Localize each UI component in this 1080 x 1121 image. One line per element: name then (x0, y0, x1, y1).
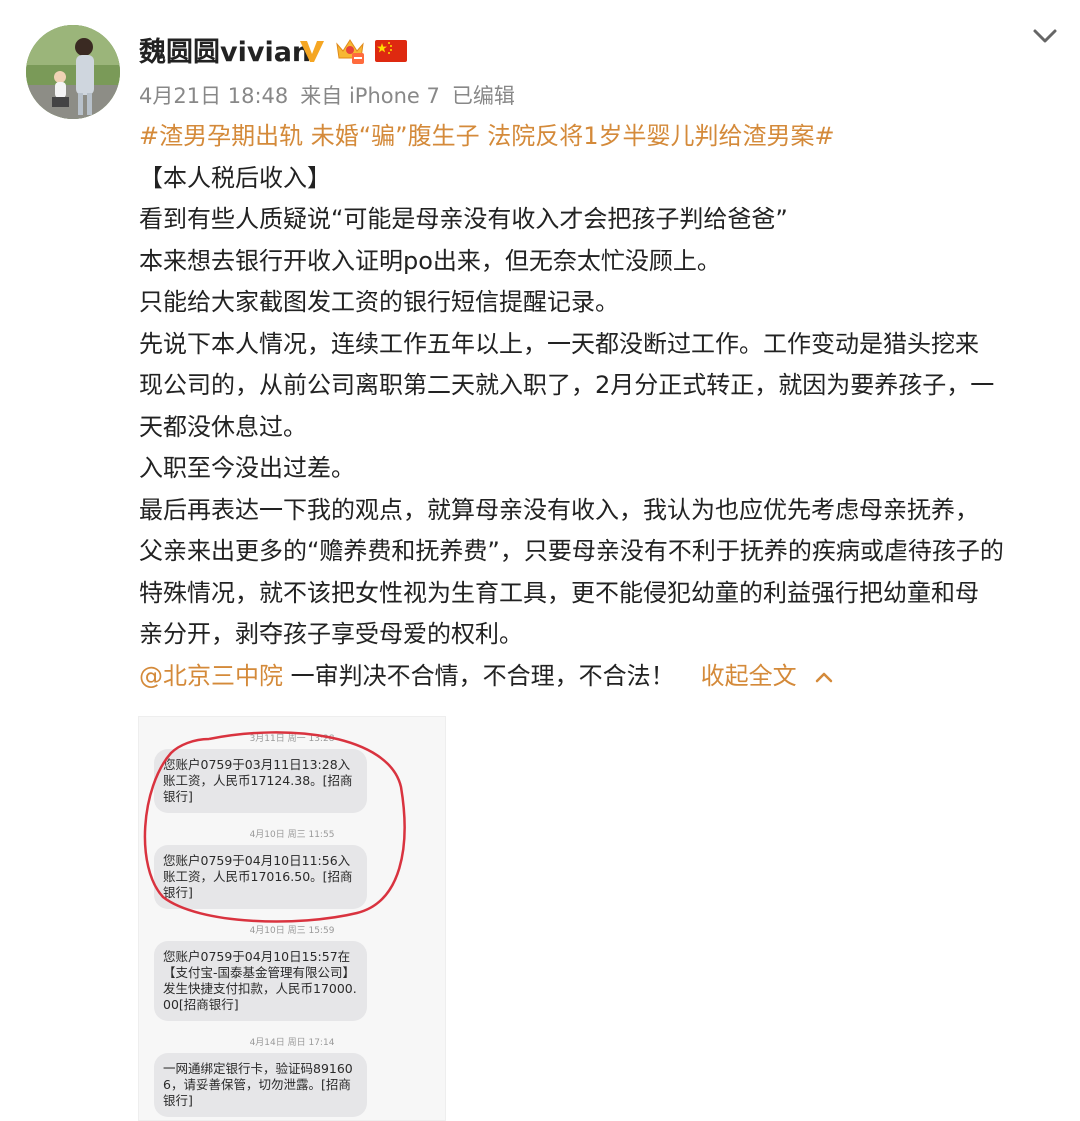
vip-crown-icon[interactable] (334, 36, 366, 66)
username[interactable]: 魏圆圆vivian (139, 30, 311, 69)
sms-date: 3月11日 周一 13:28 (249, 734, 335, 744)
post-date: 4月21日 18:48 (139, 84, 289, 108)
post-paragraph: 本来想去银行开收入证明po出来，但无奈太忙没顾上。 (139, 246, 721, 275)
collapse-button[interactable]: 收起全文 (701, 662, 797, 690)
post-closing-line: @北京三中院 一审判决不合情，不合理，不合法！ 收起全文 (139, 656, 1064, 698)
post-paragraph: 父亲来出更多的“赡养费和抚养费”，只要母亲没有不利于抚养的疾病或虐待孩子的 (139, 537, 1004, 565)
user-badges (298, 34, 408, 68)
post-paragraph: 亲分开，剥夺孩子享受母爱的权利。 (139, 620, 523, 648)
post-paragraph: 入职至今没出过差。 (139, 454, 355, 482)
china-flag-icon (375, 40, 407, 62)
sms-date: 4月10日 周三 11:55 (249, 830, 335, 840)
sms-date: 4月10日 周三 15:59 (249, 926, 335, 936)
post-paragraph: 先说下本人情况，连续工作五年以上，一天都没断过工作。工作变动是猎头挖来 (139, 329, 979, 358)
post-paragraph: 只能给大家截图发工资的银行短信提醒记录。 (139, 288, 619, 316)
hashtag-link[interactable]: #渣男孕期出轨 未婚“骗”腹生子 法院反将1岁半婴儿判给渣男案# (139, 122, 835, 150)
post-edited[interactable]: 已编辑 (452, 80, 515, 110)
sms-message: 您账户0759于04月10日15:57在【支付宝-国泰基金管理有限公司】发生快捷… (154, 941, 367, 1021)
mention-link[interactable]: @北京三中院 (139, 662, 283, 690)
sms-message: 一网通绑定银行卡，验证码891606，请妥善保管，切勿泄露。[招商银行] (154, 1053, 367, 1117)
post-paragraph: 最后再表达一下我的观点，就算母亲没有收入，我认为也应优先考虑母亲抚养， (139, 495, 979, 524)
chevron-down-icon[interactable] (1030, 24, 1060, 48)
sms-message: 您账户0759于04月10日11:56入账工资，人民币17016.50。[招商银… (154, 845, 367, 909)
post-paragraph: 特殊情况，就不该把女性视为生育工具，更不能侵犯幼童的利益强行把幼童和母 (139, 578, 979, 607)
sms-date: 4月14日 周日 17:14 (249, 1038, 335, 1048)
post-paragraph: 【本人税后收入】 (139, 163, 331, 192)
avatar[interactable] (26, 25, 120, 119)
post-paragraph: 现公司的，从前公司离职第二天就入职了，2月分正式转正，就因为要养孩子，一 (139, 371, 995, 399)
chevron-up-icon[interactable] (815, 671, 833, 683)
post-paragraph: 看到有些人质疑说“可能是母亲没有收入才会把孩子判给爸爸” (139, 205, 788, 233)
closing-text: 一审判决不合情，不合理，不合法！ (283, 661, 675, 690)
avatar-photo (26, 25, 120, 119)
post-paragraph: 天都没休息过。 (139, 412, 307, 441)
sms-screenshot-image[interactable]: 3月11日 周一 13:28 您账户0759于03月11日13:28入账工资，人… (138, 716, 446, 1121)
sms-message: 您账户0759于03月11日13:28入账工资，人民币17124.38。[招商银… (154, 749, 367, 813)
post-content: #渣男孕期出轨 未婚“骗”腹生子 法院反将1岁半婴儿判给渣男案# 【本人税后收入… (139, 116, 1064, 697)
post-meta: 4月21日 18:48 来自 iPhone 7 已编辑 (139, 80, 515, 110)
post-source: 来自 iPhone 7 (300, 84, 440, 108)
verified-v-icon[interactable] (298, 38, 326, 64)
